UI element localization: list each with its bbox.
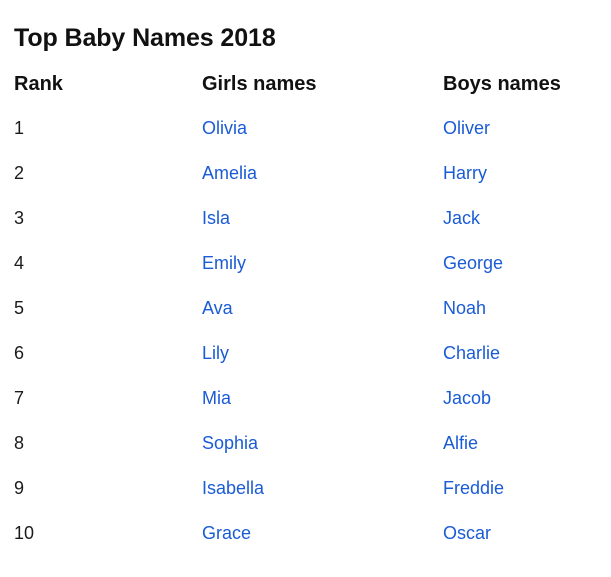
girl-name-cell: Grace	[187, 511, 429, 556]
boy-name-cell: Alfie	[429, 421, 611, 466]
rank-cell: 7	[14, 388, 25, 408]
boy-name-link[interactable]: Jacob	[443, 388, 491, 408]
rank-cell: 10	[14, 523, 35, 543]
rank-cell: 8	[14, 433, 25, 453]
girl-name-link[interactable]: Isla	[202, 208, 230, 228]
table-row: 4 Emily George	[0, 241, 611, 286]
table-row: 1 Olivia Oliver	[0, 106, 611, 151]
column-header-boys-names: Boys names	[443, 72, 561, 95]
girl-name-link[interactable]: Olivia	[202, 118, 247, 138]
boy-name-cell: Jacob	[429, 376, 611, 421]
table-header: Rank Girls names Boys names	[0, 62, 611, 106]
page-container: Top Baby Names 2018 Rank Girls names Boy…	[0, 0, 611, 577]
table-row: 2 Amelia Harry	[0, 151, 611, 196]
girl-name-link[interactable]: Grace	[202, 523, 251, 543]
boy-name-link[interactable]: Oscar	[443, 523, 491, 543]
rank-cell: 6	[14, 343, 25, 363]
boy-name-link[interactable]: Alfie	[443, 433, 478, 453]
girl-name-link[interactable]: Mia	[202, 388, 231, 408]
rank-cell: 3	[14, 208, 25, 228]
girl-name-cell: Isabella	[187, 466, 429, 511]
table-row: 5 Ava Noah	[0, 286, 611, 331]
boy-name-link[interactable]: Oliver	[443, 118, 490, 138]
girl-name-link[interactable]: Lily	[202, 343, 229, 363]
boy-name-cell: Harry	[429, 151, 611, 196]
boy-name-cell: Charlie	[429, 331, 611, 376]
boy-name-link[interactable]: Harry	[443, 163, 487, 183]
boy-name-link[interactable]: Freddie	[443, 478, 504, 498]
girl-name-cell: Ava	[187, 286, 429, 331]
girl-name-cell: Sophia	[187, 421, 429, 466]
boy-name-cell: George	[429, 241, 611, 286]
table-row: 3 Isla Jack	[0, 196, 611, 241]
table-header-row: Rank Girls names Boys names	[0, 62, 611, 106]
column-header-girls-names: Girls names	[202, 72, 317, 95]
rank-cell: 1	[14, 118, 25, 138]
girl-name-link[interactable]: Amelia	[202, 163, 257, 183]
baby-names-table: Rank Girls names Boys names 1 Olivia Olive…	[0, 62, 611, 556]
rank-cell: 2	[14, 163, 25, 183]
column-header-rank: Rank	[14, 72, 63, 95]
boy-name-cell: Noah	[429, 286, 611, 331]
girl-name-cell: Olivia	[187, 106, 429, 151]
boy-name-link[interactable]: Charlie	[443, 343, 500, 363]
girl-name-link[interactable]: Ava	[202, 298, 233, 318]
boy-name-link[interactable]: Jack	[443, 208, 480, 228]
boy-name-link[interactable]: Noah	[443, 298, 486, 318]
boy-name-link[interactable]: George	[443, 253, 503, 273]
girl-name-link[interactable]: Sophia	[202, 433, 258, 453]
girl-name-cell: Mia	[187, 376, 429, 421]
girl-name-cell: Amelia	[187, 151, 429, 196]
table-row: 8 Sophia Alfie	[0, 421, 611, 466]
girl-name-cell: Isla	[187, 196, 429, 241]
rank-cell: 9	[14, 478, 25, 498]
table-row: 9 Isabella Freddie	[0, 466, 611, 511]
page-title: Top Baby Names 2018	[14, 23, 276, 52]
girl-name-cell: Emily	[187, 241, 429, 286]
table-row: 7 Mia Jacob	[0, 376, 611, 421]
girl-name-link[interactable]: Emily	[202, 253, 246, 273]
table-row: 10 Grace Oscar	[0, 511, 611, 556]
boy-name-cell: Freddie	[429, 466, 611, 511]
rank-cell: 4	[14, 253, 25, 273]
boy-name-cell: Oscar	[429, 511, 611, 556]
boy-name-cell: Oliver	[429, 106, 611, 151]
table-row: 6 Lily Charlie	[0, 331, 611, 376]
boy-name-cell: Jack	[429, 196, 611, 241]
rank-cell: 5	[14, 298, 25, 318]
girl-name-link[interactable]: Isabella	[202, 478, 264, 498]
girl-name-cell: Lily	[187, 331, 429, 376]
table-body: 1 Olivia Oliver 2 Amelia Harry 3 Isla Jack 4 Emily…	[0, 106, 611, 556]
